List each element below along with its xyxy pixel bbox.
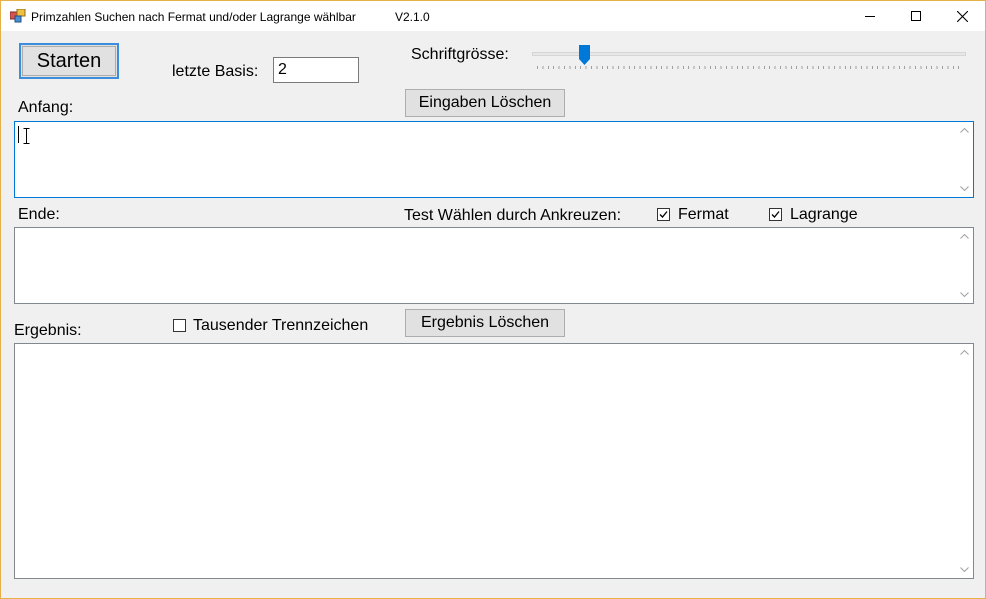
app-icon	[10, 9, 26, 23]
fermat-label[interactable]: Fermat	[678, 206, 729, 224]
scroll-down-icon[interactable]	[956, 561, 973, 578]
window-title: Primzahlen Suchen nach Fermat und/oder L…	[31, 10, 356, 24]
result-textarea[interactable]	[14, 343, 974, 579]
scroll-down-icon[interactable]	[956, 180, 973, 197]
end-textarea[interactable]	[14, 227, 974, 304]
lagrange-label[interactable]: Lagrange	[790, 206, 858, 224]
clear-inputs-label: Eingaben Löschen	[418, 94, 552, 111]
start-textarea[interactable]	[14, 121, 974, 198]
scroll-up-icon[interactable]	[956, 122, 973, 139]
maximize-icon	[911, 11, 921, 21]
start-button[interactable]: Starten	[19, 43, 119, 79]
close-icon	[956, 10, 968, 22]
minimize-button[interactable]	[847, 1, 893, 31]
clear-result-button[interactable]: Ergebnis Löschen	[405, 309, 565, 337]
test-choose-label: Test Wählen durch Ankreuzen:	[404, 207, 622, 224]
main-window: Primzahlen Suchen nach Fermat und/oder L…	[0, 0, 986, 599]
scroll-up-icon[interactable]	[956, 228, 973, 245]
scroll-up-icon[interactable]	[956, 344, 973, 361]
start-scrollbar[interactable]	[956, 122, 973, 197]
minimize-icon	[865, 16, 875, 17]
close-button[interactable]	[939, 1, 985, 31]
start-field-label: Anfang:	[18, 99, 74, 116]
title-bar[interactable]: Primzahlen Suchen nach Fermat und/oder L…	[1, 1, 985, 31]
end-field-label: Ende:	[18, 206, 60, 223]
ibeam-cursor-icon	[23, 128, 30, 144]
scroll-down-icon[interactable]	[956, 286, 973, 303]
thousands-separator-label[interactable]: Tausender Trennzeichen	[193, 317, 368, 335]
font-size-slider-track[interactable]	[532, 52, 966, 56]
maximize-button[interactable]	[893, 1, 939, 31]
clear-inputs-button[interactable]: Eingaben Löschen	[405, 89, 565, 117]
basis-label: letzte Basis:	[172, 63, 259, 80]
checkmark-icon	[771, 211, 780, 218]
result-scrollbar[interactable]	[956, 344, 973, 578]
text-caret	[18, 126, 19, 143]
thousands-separator-checkbox[interactable]	[173, 319, 186, 332]
lagrange-checkbox[interactable]	[769, 208, 782, 221]
checkmark-icon	[659, 211, 668, 218]
basis-input[interactable]: 2	[273, 57, 359, 83]
start-button-focus-border	[22, 46, 116, 76]
fermat-checkbox[interactable]	[657, 208, 670, 221]
end-scrollbar[interactable]	[956, 228, 973, 303]
font-size-slider-thumb[interactable]	[579, 45, 590, 65]
font-size-slider-ticks	[537, 66, 963, 69]
version-label: V2.1.0	[395, 10, 430, 24]
font-size-label: Schriftgrösse:	[411, 46, 509, 63]
result-field-label: Ergebnis:	[14, 322, 82, 339]
clear-result-label: Ergebnis Löschen	[420, 314, 550, 331]
